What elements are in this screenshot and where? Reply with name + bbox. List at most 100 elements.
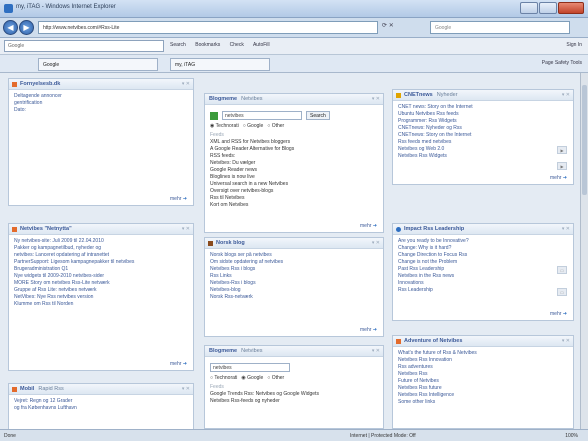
widget-title[interactable]: Blogmeme Netvibes bbox=[209, 348, 263, 354]
maximize-button[interactable] bbox=[539, 2, 557, 14]
feed-item[interactable]: Some other links bbox=[398, 399, 568, 406]
tab-google[interactable]: Google bbox=[38, 58, 158, 71]
command-bar[interactable]: Page Safety Tools bbox=[542, 60, 582, 66]
blogmeme-search-input[interactable]: netvibes bbox=[210, 363, 290, 372]
widget-title[interactable]: Netvibes "Netnytta" bbox=[20, 226, 72, 232]
feed-item[interactable]: Netvibes Rss Intelligence bbox=[398, 392, 568, 399]
widget-controls-icon[interactable]: ▾ ✕ bbox=[372, 348, 380, 354]
feed-item[interactable]: Netvibes Rss-feeds og nyheder bbox=[210, 398, 378, 405]
feed-item[interactable]: Netvibes Rss bbox=[398, 371, 568, 378]
feed-item[interactable]: PartnerSupport: Ligesom kampagnepakker t… bbox=[14, 259, 188, 266]
feed-item[interactable]: A Google Reader Alternative for Blogs bbox=[210, 146, 378, 153]
radio-google[interactable]: ◉ Google bbox=[241, 375, 263, 381]
back-button[interactable]: ◀ bbox=[3, 20, 18, 35]
feed-item[interactable]: XML and RSS for Netvibes bloggers bbox=[210, 139, 378, 146]
feed-item[interactable]: Netvibes Rss Innovation bbox=[398, 357, 568, 364]
feed-item[interactable]: Are you ready to be Innovative? bbox=[398, 238, 568, 245]
refresh-stop-icons[interactable]: ⟳ ✕ bbox=[382, 22, 394, 29]
feed-item[interactable]: Google Reader news bbox=[210, 167, 378, 174]
feed-item[interactable]: Ubuntu Netvibes Rss feeds bbox=[398, 111, 568, 118]
feed-item[interactable]: RSS feeds: bbox=[210, 153, 378, 160]
widget-controls-icon[interactable]: ▾ ✕ bbox=[182, 386, 190, 392]
more-link[interactable]: mehr ➜ bbox=[550, 311, 567, 317]
feed-item[interactable]: CNETnews: Nyheder og Rss bbox=[398, 125, 568, 132]
widget-header[interactable]: Blogmeme Netvibes ▾ ✕ bbox=[205, 94, 383, 105]
tab-my-itag[interactable]: my, iTAG bbox=[170, 58, 270, 71]
widget-header[interactable]: Fornyelsesb.dk ▾ ✕ bbox=[9, 79, 193, 90]
widget-controls-icon[interactable]: ▾ ✕ bbox=[562, 92, 570, 98]
feed-item[interactable]: CNET news: Story on the Internet bbox=[398, 104, 568, 111]
close-button[interactable] bbox=[558, 2, 584, 14]
feed-item[interactable]: Netvibes-blog bbox=[210, 287, 378, 294]
more-link[interactable]: mehr ➜ bbox=[170, 361, 187, 367]
google-search-button[interactable]: Search bbox=[170, 42, 186, 48]
feed-item[interactable]: Netvibes-Rss i blogs bbox=[210, 280, 378, 287]
feed-item[interactable]: netvibes: Lanceret opdatering af intrane… bbox=[14, 252, 188, 259]
check-button[interactable]: Check bbox=[230, 42, 244, 48]
video-thumbnail[interactable]: ▶ bbox=[557, 146, 567, 154]
page-scrollbar[interactable] bbox=[580, 73, 588, 429]
more-link[interactable]: mehr ➜ bbox=[360, 327, 377, 333]
feed-item[interactable]: Netvibes in the Rss news bbox=[398, 273, 568, 280]
feed-item[interactable]: gentrification bbox=[14, 100, 188, 107]
more-link[interactable]: mehr ➜ bbox=[170, 196, 187, 202]
video-thumbnail[interactable]: ▶ bbox=[557, 162, 567, 170]
widget-title[interactable]: Mobil Rapid Rss bbox=[20, 386, 64, 392]
feed-item[interactable]: Nye widgets til 2009-2010 netvibes-sider bbox=[14, 273, 188, 280]
widget-title[interactable]: Impact Rss Leadership bbox=[404, 226, 464, 232]
more-link[interactable]: mehr ➜ bbox=[550, 175, 567, 181]
image-thumbnail[interactable]: □ bbox=[557, 288, 567, 296]
blogmeme-search-button[interactable]: Search bbox=[306, 111, 330, 120]
feed-item[interactable]: Rss feeds med netvibes bbox=[398, 139, 568, 146]
feed-item[interactable]: Rss Links bbox=[210, 273, 378, 280]
widget-title[interactable]: Adventure of Netvibes bbox=[404, 338, 462, 344]
widget-header[interactable]: Netvibes "Netnytta" ▾ ✕ bbox=[9, 224, 193, 235]
feed-item[interactable]: Change Direction to Focus Rss bbox=[398, 252, 568, 259]
feed-item[interactable]: Netvibes og Web 2.0 bbox=[398, 146, 568, 153]
feed-item[interactable]: Norsk blogs ser på netvibes bbox=[210, 252, 378, 259]
feed-item[interactable]: Oversigt over netvibes-blogs bbox=[210, 188, 378, 195]
feed-item[interactable]: Pakker og kampagnetilbud, nyheder og bbox=[14, 245, 188, 252]
radio-technorati[interactable]: ◉ Technorati bbox=[210, 123, 239, 129]
search-input[interactable]: Google bbox=[430, 21, 570, 34]
feed-item[interactable]: Rss til Netvibes bbox=[210, 195, 378, 202]
more-link[interactable]: mehr ➜ bbox=[360, 223, 377, 229]
feed-item[interactable]: Netvibes: Du vælger bbox=[210, 160, 378, 167]
feed-item[interactable]: og fra Københavns Lufthavn bbox=[14, 405, 188, 412]
feed-item[interactable]: Change: Why is it hard? bbox=[398, 245, 568, 252]
sign-in-link[interactable]: Sign In bbox=[566, 42, 582, 48]
widget-header[interactable]: CNETnews Nyheder ▾ ✕ bbox=[393, 90, 573, 101]
widget-title[interactable]: Norsk blog bbox=[216, 240, 245, 246]
feed-item[interactable]: Rss Leadership bbox=[398, 287, 568, 294]
minimize-button[interactable] bbox=[520, 2, 538, 14]
feed-item[interactable]: Past Rss Leadership bbox=[398, 266, 568, 273]
widget-header[interactable]: Mobil Rapid Rss ▾ ✕ bbox=[9, 384, 193, 395]
feed-item[interactable]: Universal search in a new Netvibes bbox=[210, 181, 378, 188]
feed-item[interactable]: Future of Netvibes bbox=[398, 378, 568, 385]
feed-item[interactable]: Brugeradministration Q1 bbox=[14, 266, 188, 273]
widget-title[interactable]: Blogmeme Netvibes bbox=[209, 96, 263, 102]
radio-technorati[interactable]: ○ Technorati bbox=[210, 375, 237, 381]
feed-item[interactable]: Gruppe af Rss Lite: netvibes netværk bbox=[14, 287, 188, 294]
feed-item[interactable]: MORE Story om netvibes Rss-Lite netværk bbox=[14, 280, 188, 287]
security-zone[interactable]: Internet | Protected Mode: Off bbox=[350, 433, 416, 439]
widget-controls-icon[interactable]: ▾ ✕ bbox=[182, 81, 190, 87]
feed-item[interactable]: CNETnews: Story on the Internet bbox=[398, 132, 568, 139]
zoom-level[interactable]: 100% bbox=[565, 433, 578, 439]
image-thumbnail[interactable]: □ bbox=[557, 266, 567, 274]
blogmeme-search-input[interactable]: netvibes bbox=[222, 111, 302, 120]
feed-item[interactable]: Klumme om Rss til Norden bbox=[14, 301, 188, 308]
feed-item[interactable]: Deltagende annoncer bbox=[14, 93, 188, 100]
widget-controls-icon[interactable]: ▾ ✕ bbox=[372, 240, 380, 246]
radio-google[interactable]: ○ Google bbox=[243, 123, 264, 129]
radio-other[interactable]: ○ Other bbox=[267, 123, 284, 129]
address-input[interactable]: http://www.netvibes.com/#Rss-Lite bbox=[38, 21, 378, 34]
feed-item[interactable]: Change is not the Problem bbox=[398, 259, 568, 266]
feed-item[interactable]: Innovations bbox=[398, 280, 568, 287]
feed-item[interactable]: Vejret: Regn og 12 Grader bbox=[14, 398, 188, 405]
feed-item[interactable]: NetVibes: Nye Rss netvibes version bbox=[14, 294, 188, 301]
google-search-input[interactable]: Google bbox=[4, 40, 164, 52]
feed-item[interactable]: Om sidste opdatering af netvibes bbox=[210, 259, 378, 266]
widget-title[interactable]: CNETnews Nyheder bbox=[404, 92, 458, 98]
bookmarks-button[interactable]: Bookmarks bbox=[195, 42, 220, 48]
